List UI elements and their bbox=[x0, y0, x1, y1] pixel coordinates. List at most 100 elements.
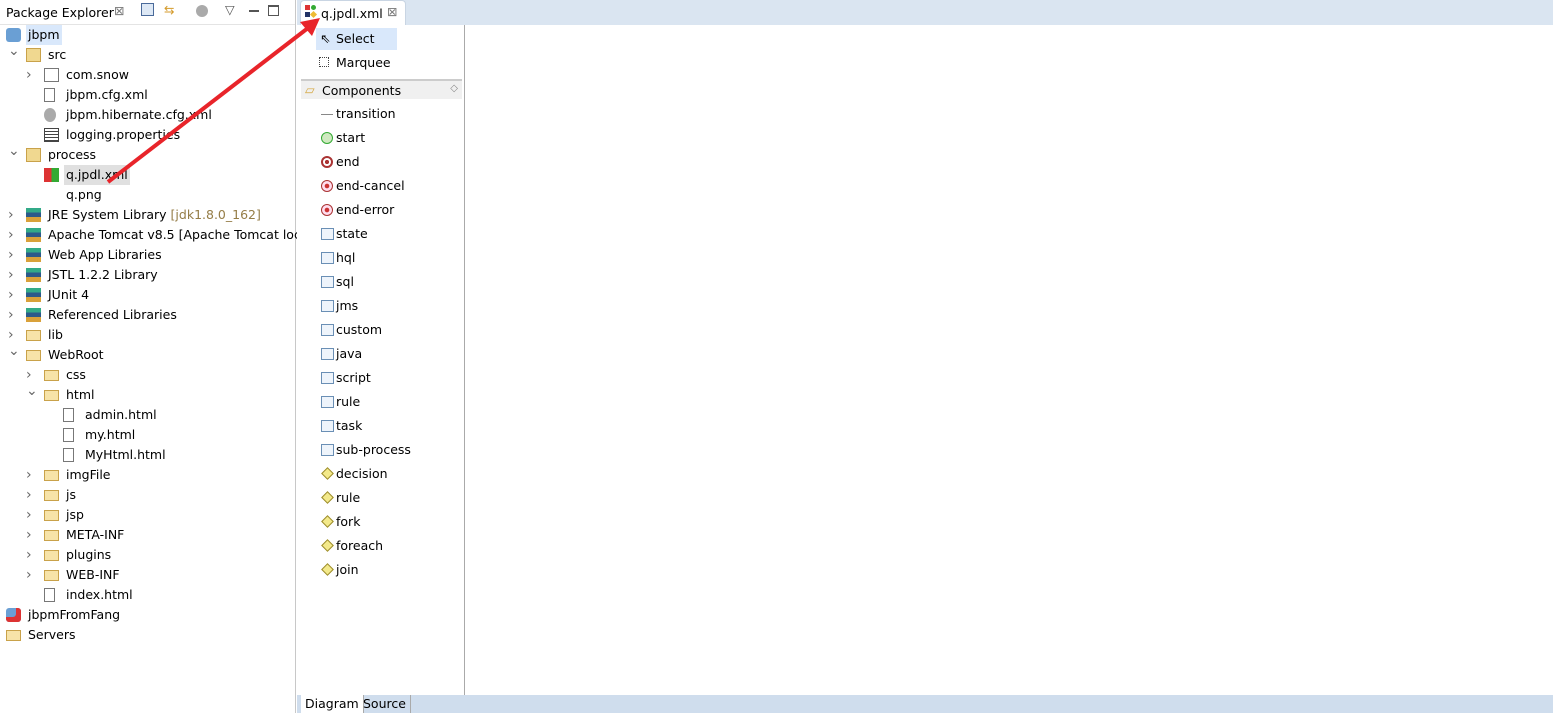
palette-item-script[interactable]: script bbox=[316, 367, 456, 389]
chevron-right-icon[interactable]: › bbox=[26, 545, 36, 565]
tab-source[interactable]: Source bbox=[359, 695, 411, 713]
tree-item[interactable]: Servers bbox=[0, 625, 295, 645]
tree-item[interactable]: jbpmFromFang bbox=[0, 605, 295, 625]
tree-item[interactable]: › META-INF bbox=[0, 525, 295, 545]
tree-item[interactable]: jbpm bbox=[0, 25, 295, 45]
properties-file-icon bbox=[44, 128, 59, 142]
palette-item-custom[interactable]: custom bbox=[316, 319, 456, 341]
collapse-all-icon[interactable] bbox=[141, 3, 154, 16]
palette-item-end-cancel[interactable]: end-cancel bbox=[316, 175, 456, 197]
tree-item[interactable]: › Apache Tomcat v8.5 [Apache Tomcat local bbox=[0, 225, 312, 245]
tree-item[interactable]: my.html bbox=[0, 425, 295, 445]
tree-item[interactable]: › JSTL 1.2.2 Library bbox=[0, 265, 295, 285]
tree-item[interactable]: ⌄ src bbox=[0, 43, 295, 65]
palette-item-start[interactable]: start bbox=[316, 127, 456, 149]
palette-item-task[interactable]: task bbox=[316, 415, 456, 437]
folder-icon bbox=[44, 490, 59, 501]
minimize-icon[interactable] bbox=[249, 10, 259, 12]
chevron-right-icon[interactable]: › bbox=[26, 465, 36, 485]
tree-item[interactable]: › com.snow bbox=[0, 65, 295, 85]
close-icon[interactable]: ⊠ bbox=[114, 3, 124, 18]
maximize-icon[interactable] bbox=[268, 5, 279, 16]
palette-item-end-error[interactable]: end-error bbox=[316, 199, 456, 221]
palette-item-decision[interactable]: decision bbox=[316, 463, 456, 485]
tab-diagram[interactable]: Diagram bbox=[301, 695, 364, 713]
chevron-down-icon[interactable]: ⌄ bbox=[8, 41, 20, 61]
tree-item-label: imgFile bbox=[66, 467, 111, 482]
tree-item-label: Web App Libraries bbox=[48, 247, 162, 262]
tree-item-label: Referenced Libraries bbox=[48, 307, 177, 322]
library-icon bbox=[26, 228, 41, 242]
palette-item-foreach[interactable]: foreach bbox=[316, 535, 456, 557]
chevron-right-icon[interactable]: › bbox=[8, 305, 18, 325]
chevron-down-icon[interactable]: ⌄ bbox=[8, 341, 20, 361]
tree-item[interactable]: logging.properties bbox=[0, 125, 295, 145]
focus-icon[interactable] bbox=[196, 5, 208, 17]
tree-item-label: html bbox=[66, 387, 95, 402]
tree-item-label: JSTL 1.2.2 Library bbox=[48, 267, 158, 282]
components-drawer-header[interactable]: ▱ Components ◇ bbox=[301, 79, 462, 99]
palette-item-rule[interactable]: rule bbox=[316, 391, 456, 413]
diamond-icon bbox=[321, 467, 334, 480]
tree-item[interactable]: q.jpdl.xml bbox=[0, 165, 295, 185]
tab-q-jpdl-xml[interactable]: q.jpdl.xml ⊠ bbox=[300, 0, 406, 25]
box-icon bbox=[321, 276, 334, 288]
tree-item[interactable]: admin.html bbox=[0, 405, 295, 425]
tree-item[interactable]: q.png bbox=[0, 185, 295, 205]
chevron-right-icon[interactable]: › bbox=[8, 285, 18, 305]
tree-item[interactable]: MyHtml.html bbox=[0, 445, 295, 465]
tree-item[interactable]: index.html bbox=[0, 585, 295, 605]
link-with-editor-icon[interactable]: ⇆ bbox=[164, 2, 174, 17]
chevron-right-icon[interactable]: › bbox=[26, 65, 36, 85]
tree-item[interactable]: › jsp bbox=[0, 505, 295, 525]
palette-item-sql[interactable]: sql bbox=[316, 271, 456, 293]
folder-icon bbox=[26, 330, 41, 341]
chevron-down-icon[interactable]: ⌄ bbox=[26, 381, 38, 401]
tree-item[interactable]: › imgFile bbox=[0, 465, 295, 485]
tool-select[interactable]: ⇖ Select bbox=[316, 28, 397, 50]
diagram-canvas[interactable] bbox=[467, 25, 1553, 695]
palette-item-rule[interactable]: rule bbox=[316, 487, 456, 509]
palette-item-state[interactable]: state bbox=[316, 223, 456, 245]
palette-item-transition[interactable]: transition bbox=[316, 103, 456, 125]
close-icon[interactable]: ⊠ bbox=[387, 4, 397, 19]
tree-item[interactable]: › js bbox=[0, 485, 295, 505]
folder-icon bbox=[44, 510, 59, 521]
chevron-right-icon[interactable]: › bbox=[8, 205, 18, 225]
library-icon bbox=[26, 248, 41, 262]
tree-item[interactable]: ⌄ process bbox=[0, 143, 295, 165]
chevron-down-icon[interactable]: ⌄ bbox=[8, 141, 20, 161]
palette-item-label: end bbox=[336, 154, 360, 169]
chevron-right-icon[interactable]: › bbox=[26, 505, 36, 525]
chevron-right-icon[interactable]: › bbox=[26, 485, 36, 505]
tool-marquee[interactable]: Marquee bbox=[316, 52, 397, 74]
palette-item-hql[interactable]: hql bbox=[316, 247, 456, 269]
tree-item[interactable]: › css bbox=[0, 365, 295, 385]
tree-item[interactable]: › plugins bbox=[0, 545, 295, 565]
tree-item[interactable]: › Referenced Libraries bbox=[0, 305, 295, 325]
tree-item[interactable]: › Web App Libraries bbox=[0, 245, 295, 265]
chevron-right-icon[interactable]: › bbox=[8, 245, 18, 265]
chevron-right-icon[interactable]: › bbox=[8, 265, 18, 285]
palette-item-sub-process[interactable]: sub-process bbox=[316, 439, 456, 461]
tree-item[interactable]: ⌄ WebRoot bbox=[0, 343, 295, 365]
tree-item[interactable]: ⌄ html bbox=[0, 383, 295, 405]
view-menu-icon[interactable]: ▽ bbox=[225, 2, 235, 17]
palette-item-join[interactable]: join bbox=[316, 559, 456, 581]
palette-item-jms[interactable]: jms bbox=[316, 295, 456, 317]
tree-item[interactable]: jbpm.hibernate.cfg.xml bbox=[0, 105, 295, 125]
palette-item-end[interactable]: end bbox=[316, 151, 456, 173]
chevron-right-icon[interactable]: › bbox=[8, 225, 18, 245]
package-explorer-title[interactable]: Package Explorer bbox=[6, 5, 114, 20]
palette-item-java[interactable]: java bbox=[316, 343, 456, 365]
tree-item[interactable]: jbpm.cfg.xml bbox=[0, 85, 295, 105]
chevron-right-icon[interactable]: › bbox=[26, 565, 36, 585]
chevron-right-icon[interactable]: › bbox=[26, 525, 36, 545]
tree-item[interactable]: › WEB-INF bbox=[0, 565, 295, 585]
tree-item[interactable]: › JUnit 4 bbox=[0, 285, 295, 305]
tree-item[interactable]: › lib bbox=[0, 325, 295, 345]
tree-item-label: jbpm.cfg.xml bbox=[66, 87, 148, 102]
palette-item-fork[interactable]: fork bbox=[316, 511, 456, 533]
tree-item[interactable]: › JRE System Library [jdk1.8.0_162] bbox=[0, 205, 295, 225]
drawer-toggle-icon[interactable]: ◇ bbox=[450, 83, 458, 94]
